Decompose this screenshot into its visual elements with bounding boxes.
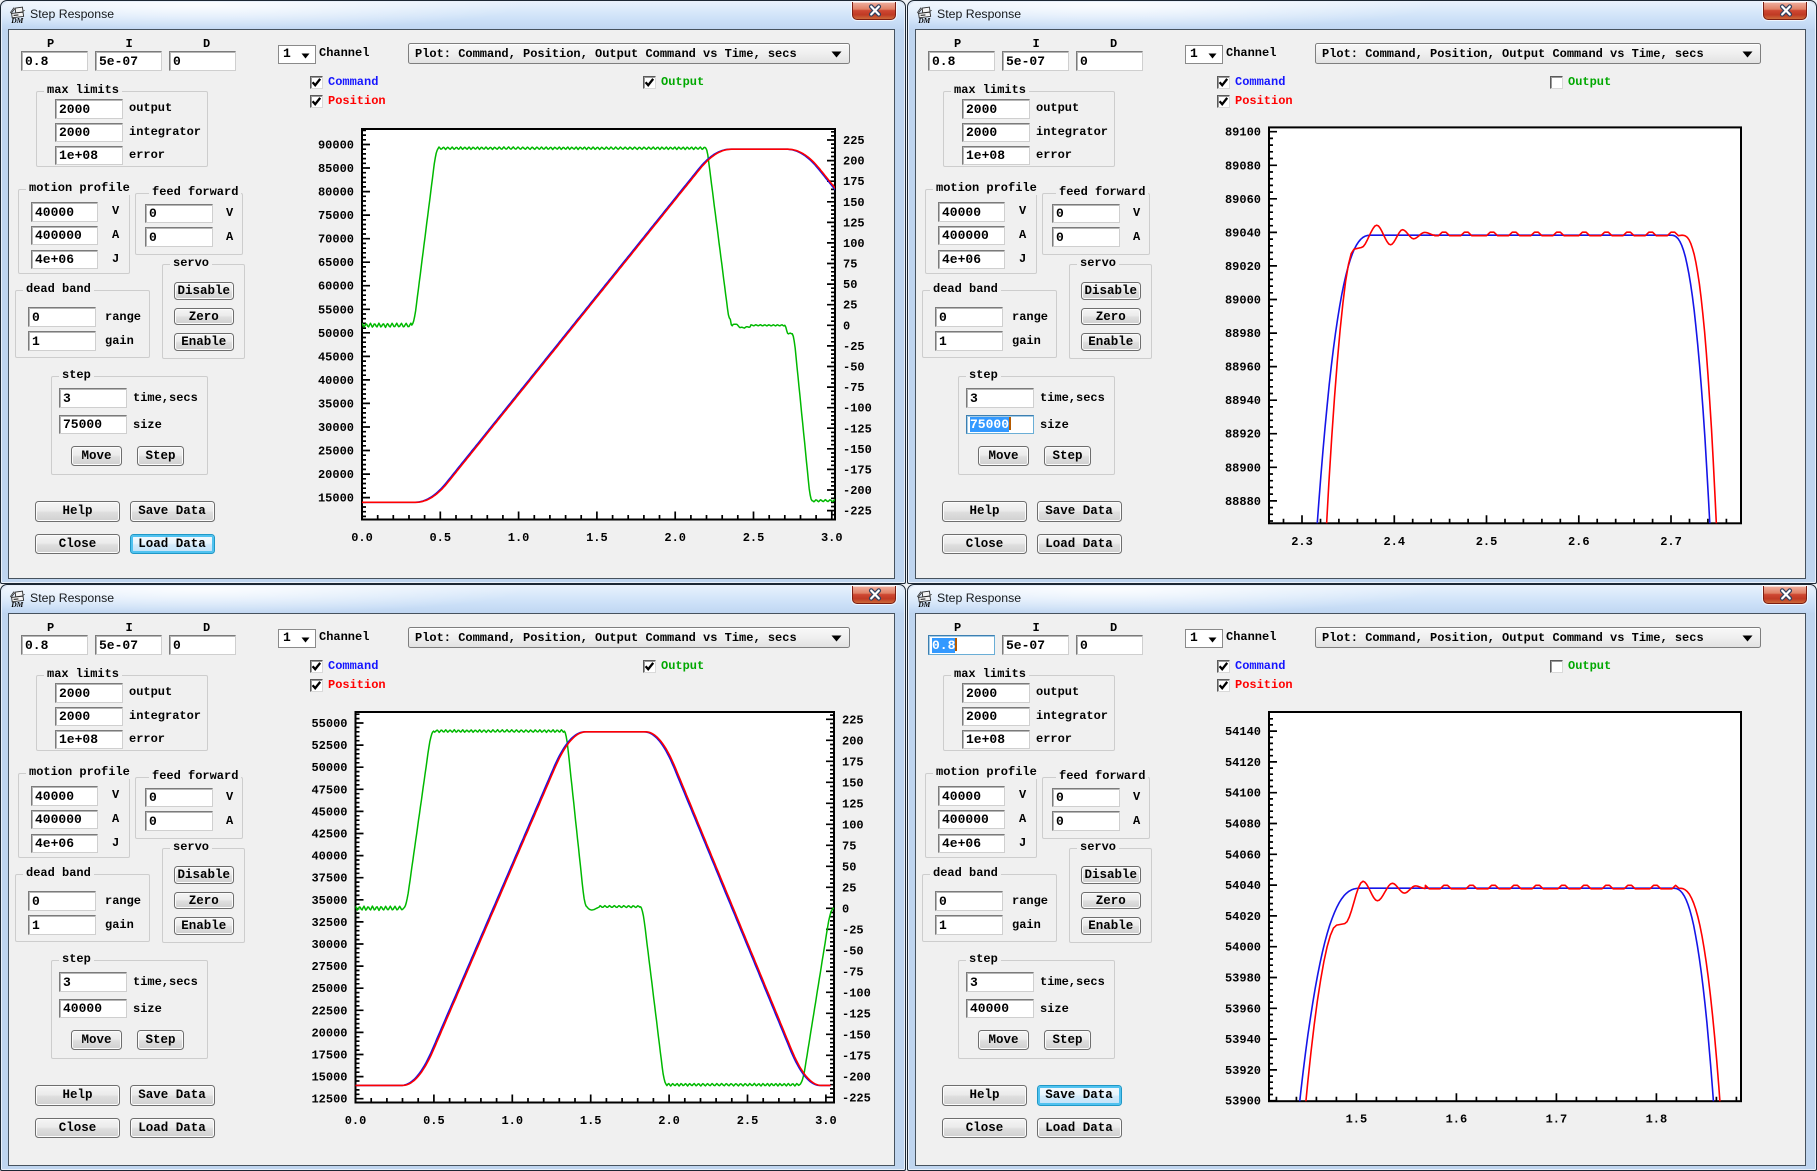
svg-text:DM: DM	[917, 16, 930, 24]
svg-text:DM: DM	[10, 600, 23, 608]
svg-text:DM: DM	[10, 16, 23, 24]
svg-text:DM: DM	[917, 600, 930, 608]
